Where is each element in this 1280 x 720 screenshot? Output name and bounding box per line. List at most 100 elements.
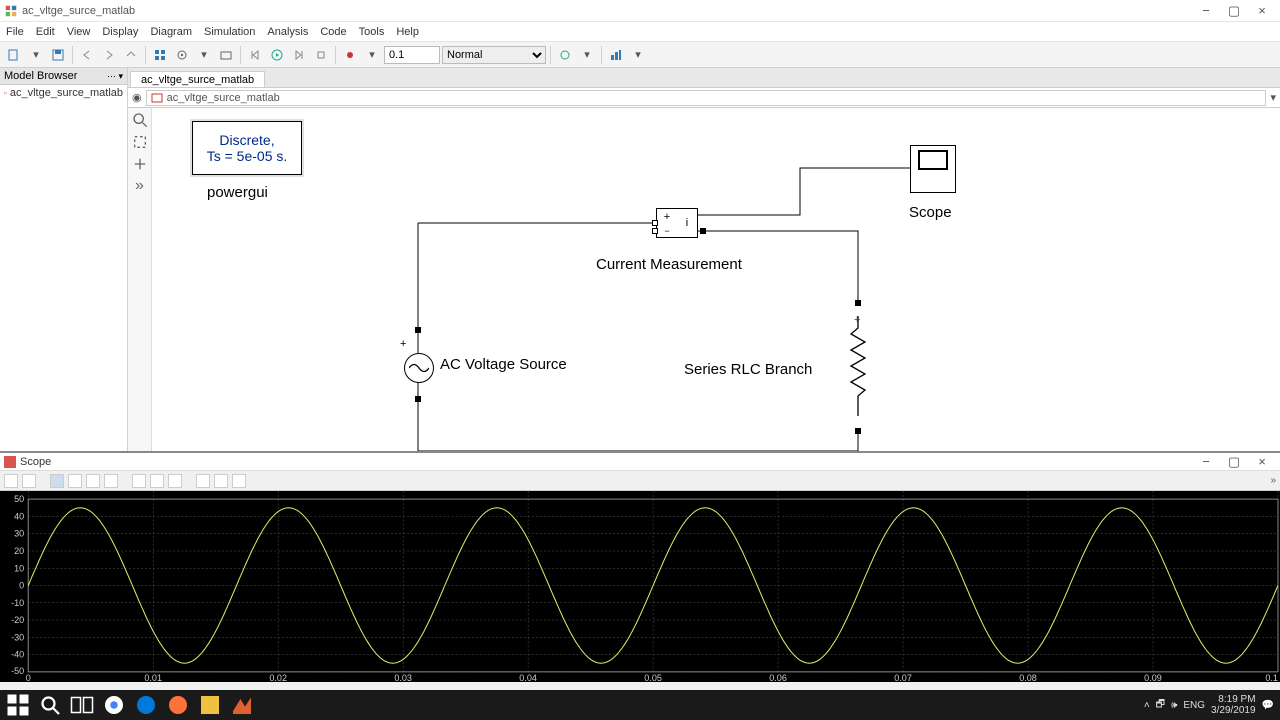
build-dropdown[interactable]: ▾ bbox=[628, 45, 648, 65]
port bbox=[415, 327, 421, 333]
block-rlc-branch[interactable] bbox=[848, 316, 868, 419]
scope-cursor-button[interactable] bbox=[196, 474, 210, 488]
stop-time-input[interactable] bbox=[384, 46, 440, 64]
tree-item-root[interactable]: ac_vltge_surce_matlab bbox=[4, 87, 123, 99]
tray-notifications-icon[interactable]: 💬 bbox=[1262, 700, 1274, 711]
close-button[interactable]: × bbox=[1248, 1, 1276, 21]
minimize-button[interactable]: − bbox=[1192, 1, 1220, 21]
menu-simulation[interactable]: Simulation bbox=[204, 26, 255, 38]
stop-button[interactable] bbox=[311, 45, 331, 65]
start-button[interactable] bbox=[6, 693, 30, 717]
config-dropdown[interactable]: ▾ bbox=[194, 45, 214, 65]
library-browser-button[interactable] bbox=[150, 45, 170, 65]
config-button[interactable] bbox=[172, 45, 192, 65]
scope-toolbar-more[interactable]: » bbox=[1270, 475, 1276, 486]
tab-model[interactable]: ac_vltge_surce_matlab bbox=[130, 71, 265, 87]
fit-icon[interactable] bbox=[132, 134, 148, 150]
autoarrange-icon[interactable] bbox=[132, 156, 148, 172]
zoom-icon[interactable] bbox=[132, 112, 148, 128]
menu-display[interactable]: Display bbox=[102, 26, 138, 38]
svg-text:0.07: 0.07 bbox=[894, 673, 912, 682]
explorer-button[interactable] bbox=[216, 45, 236, 65]
step-forward-button[interactable] bbox=[289, 45, 309, 65]
scope-autoscale-x-button[interactable] bbox=[150, 474, 164, 488]
taskbar-edge-icon[interactable] bbox=[134, 693, 158, 717]
scope-settings-button[interactable] bbox=[22, 474, 36, 488]
forward-button[interactable] bbox=[99, 45, 119, 65]
canvas-palette: » bbox=[128, 108, 152, 451]
model-browser-options[interactable]: ⋯ ▾ bbox=[107, 71, 123, 82]
tray-lang[interactable]: ENG bbox=[1183, 700, 1205, 711]
scope-zoom-x-button[interactable] bbox=[68, 474, 82, 488]
main-toolbar: ▾ ▾ ▾ Normal ▾ ▾ bbox=[0, 42, 1280, 68]
menu-analysis[interactable]: Analysis bbox=[267, 26, 308, 38]
fast-restart-button[interactable] bbox=[555, 45, 575, 65]
model-icon bbox=[4, 87, 7, 99]
breadcrumb-path[interactable]: ac_vltge_surce_matlab bbox=[146, 90, 1267, 106]
scope-plot[interactable]: 50 40 30 20 10 0 -10 -20 -30 -40 -50 0 0… bbox=[0, 491, 1280, 682]
new-dropdown[interactable]: ▾ bbox=[26, 45, 46, 65]
taskbar-firefox-icon[interactable] bbox=[166, 693, 190, 717]
new-model-button[interactable] bbox=[4, 45, 24, 65]
powergui-line2: Ts = 5e-05 s. bbox=[207, 148, 288, 164]
simulink-app-icon bbox=[4, 4, 18, 18]
tray-wifi-icon[interactable]: 🕪 bbox=[1171, 700, 1177, 711]
build-button[interactable] bbox=[606, 45, 626, 65]
port bbox=[652, 228, 658, 234]
search-icon[interactable] bbox=[38, 693, 62, 717]
menu-diagram[interactable]: Diagram bbox=[150, 26, 192, 38]
up-button[interactable] bbox=[121, 45, 141, 65]
block-current-measurement[interactable]: +− i bbox=[656, 208, 698, 238]
tray-battery-icon[interactable]: 🗗 bbox=[1156, 697, 1165, 714]
nav-home-icon[interactable]: ◉ bbox=[132, 91, 142, 104]
maximize-button[interactable]: ▢ bbox=[1220, 1, 1248, 21]
tray-chevron-icon[interactable]: ˄ bbox=[1144, 700, 1150, 711]
scope-maximize-button[interactable]: ▢ bbox=[1220, 452, 1248, 472]
scope-pan-button[interactable] bbox=[104, 474, 118, 488]
block-scope[interactable] bbox=[910, 145, 956, 193]
sim-mode-select[interactable]: Normal bbox=[442, 46, 546, 64]
canvas-area: ac_vltge_surce_matlab ◉ ac_vltge_surce_m… bbox=[128, 68, 1280, 451]
taskbar-app1-icon[interactable] bbox=[198, 693, 222, 717]
scope-zoom-y-button[interactable] bbox=[86, 474, 100, 488]
menu-edit[interactable]: Edit bbox=[36, 26, 55, 38]
system-tray[interactable]: ˄ 🗗 🕪 ENG 8:19 PM 3/29/2019 💬 bbox=[1144, 694, 1274, 716]
task-view-icon[interactable] bbox=[70, 693, 94, 717]
svg-text:-40: -40 bbox=[11, 650, 24, 660]
block-powergui[interactable]: Discrete, Ts = 5e-05 s. bbox=[192, 121, 302, 175]
scope-zoom-button[interactable] bbox=[50, 474, 64, 488]
menu-help[interactable]: Help bbox=[396, 26, 419, 38]
menu-file[interactable]: File bbox=[6, 26, 24, 38]
scope-statusbar bbox=[0, 682, 1280, 690]
step-back-button[interactable] bbox=[245, 45, 265, 65]
svg-text:0.04: 0.04 bbox=[519, 673, 537, 682]
save-button[interactable] bbox=[48, 45, 68, 65]
svg-text:-30: -30 bbox=[11, 632, 24, 642]
scope-measure-button[interactable] bbox=[232, 474, 246, 488]
block-ac-voltage-source[interactable] bbox=[404, 353, 434, 383]
taskbar-chrome-icon[interactable] bbox=[102, 693, 126, 717]
taskbar-matlab-icon[interactable] bbox=[230, 693, 254, 717]
fast-restart-dropdown[interactable]: ▾ bbox=[577, 45, 597, 65]
scope-autoscale-y-button[interactable] bbox=[168, 474, 182, 488]
record-dropdown[interactable]: ▾ bbox=[362, 45, 382, 65]
scope-autoscale-button[interactable] bbox=[132, 474, 146, 488]
menu-view[interactable]: View bbox=[67, 26, 91, 38]
breadcrumb-dropdown[interactable]: ▾ bbox=[1270, 91, 1276, 104]
diagram-canvas[interactable]: Discrete, Ts = 5e-05 s. powergui Scope +… bbox=[152, 108, 1280, 451]
record-button[interactable] bbox=[340, 45, 360, 65]
scope-label: Scope bbox=[909, 204, 952, 221]
scope-minimize-button[interactable]: − bbox=[1192, 452, 1220, 472]
hide-icon[interactable]: » bbox=[132, 178, 148, 194]
workspace: Model Browser ⋯ ▾ ac_vltge_surce_matlab … bbox=[0, 68, 1280, 451]
back-button[interactable] bbox=[77, 45, 97, 65]
tree-item-label: ac_vltge_surce_matlab bbox=[10, 87, 123, 99]
tray-clock[interactable]: 8:19 PM 3/29/2019 bbox=[1211, 694, 1256, 716]
scope-print-button[interactable] bbox=[4, 474, 18, 488]
port bbox=[855, 300, 861, 306]
menu-code[interactable]: Code bbox=[320, 26, 346, 38]
run-button[interactable] bbox=[267, 45, 287, 65]
scope-lock-button[interactable] bbox=[214, 474, 228, 488]
menu-tools[interactable]: Tools bbox=[359, 26, 385, 38]
scope-close-button[interactable]: × bbox=[1248, 452, 1276, 472]
